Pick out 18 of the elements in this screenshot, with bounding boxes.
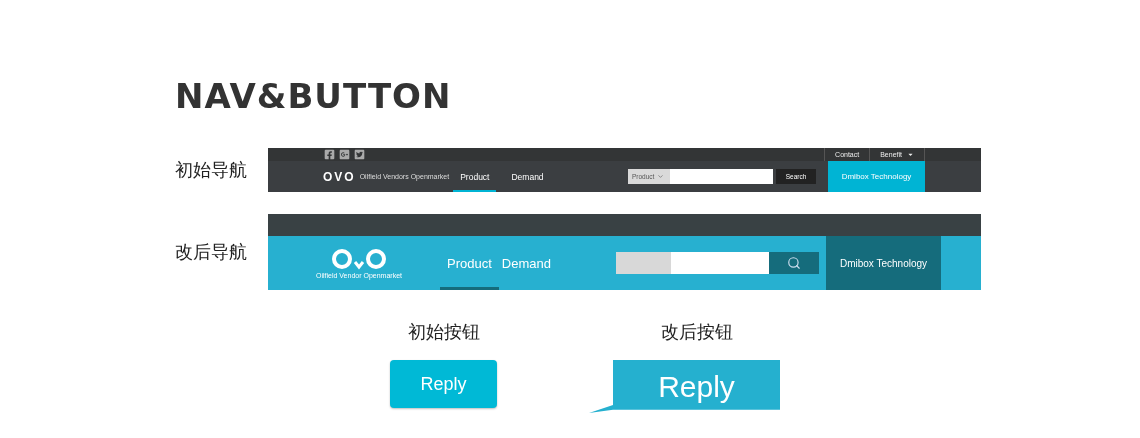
- chevron-icon: [657, 173, 665, 180]
- nav-item[interactable]: Demand: [504, 161, 551, 192]
- logo-icon: [332, 247, 386, 271]
- search-button[interactable]: [769, 252, 819, 274]
- google-plus-icon[interactable]: [339, 149, 350, 160]
- search-field[interactable]: [616, 252, 769, 274]
- caret-icon: [907, 151, 914, 158]
- page-title: NAV&BUTTON: [175, 78, 453, 114]
- logo: OVO: [323, 169, 356, 184]
- facebook-icon[interactable]: [324, 149, 335, 160]
- account-link[interactable]: Dmibox Technology: [826, 236, 941, 290]
- button-caption: 改后按钮: [660, 320, 733, 344]
- row-label: 初始导航: [175, 158, 248, 182]
- row-label: 改后导航: [175, 240, 248, 264]
- button-caption: 初始按钮: [407, 320, 480, 344]
- nav-item[interactable]: Product: [453, 161, 497, 192]
- twitter-icon[interactable]: [354, 149, 365, 160]
- search-icon: [787, 256, 801, 270]
